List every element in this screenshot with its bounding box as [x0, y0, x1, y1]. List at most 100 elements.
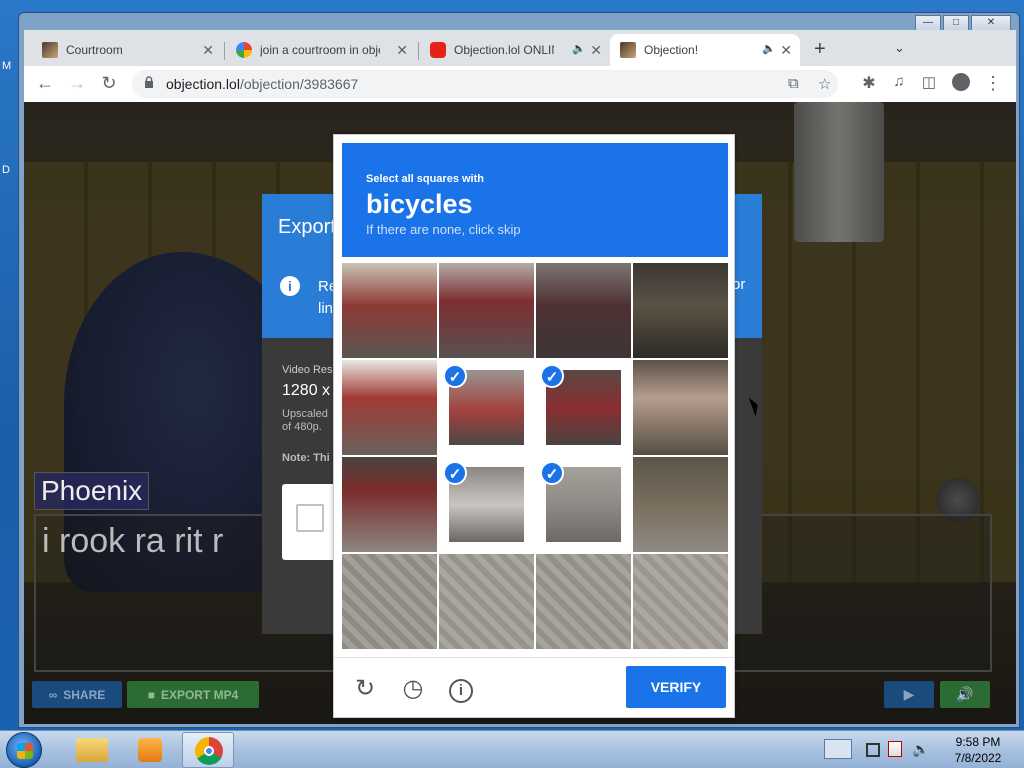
captcha-header: Select all squares with bicycles If ther…: [342, 143, 728, 257]
start-button[interactable]: [6, 732, 42, 768]
kebab-menu-icon[interactable]: ⋮: [982, 73, 1004, 94]
captcha-instruction: Select all squares with: [366, 173, 484, 185]
speaker-tray-icon[interactable]: 🔈: [912, 741, 929, 758]
captcha-target-object: bicycles: [366, 189, 473, 219]
tab-search-chevron-icon[interactable]: ⌄: [894, 40, 905, 56]
back-arrow-icon[interactable]: ←: [34, 73, 56, 94]
audio-challenge-headphones-icon[interactable]: ◷: [398, 674, 428, 703]
media-control-icon[interactable]: ♫: [888, 73, 910, 90]
lock-icon: [145, 76, 153, 88]
system-clock[interactable]: 9:58 PM 7/8/2022: [938, 734, 1018, 766]
close-tab-icon[interactable]: ✕: [202, 42, 214, 59]
tab-separator: [418, 42, 419, 60]
export-mp4-button[interactable]: ■ EXPORT MP4: [127, 681, 259, 708]
resolution-select[interactable]: 1280 x: [282, 382, 330, 400]
extensions-puzzle-icon[interactable]: ✱: [858, 73, 880, 93]
youtube-favicon-icon: [430, 42, 446, 58]
desktop-label: D: [2, 164, 10, 176]
taskbar-media-player[interactable]: [124, 732, 176, 768]
tab-title: Objection!: [644, 43, 699, 57]
captcha-footer: ↻ ◷ i VERIFY: [334, 657, 734, 717]
network-icon[interactable]: [866, 743, 880, 757]
captcha-tile[interactable]: [633, 360, 728, 455]
close-tab-icon[interactable]: ✕: [590, 42, 602, 59]
tab-title: join a courtroom in obje: [260, 43, 380, 57]
captcha-tile[interactable]: [633, 263, 728, 358]
share-icon[interactable]: ⧉: [788, 75, 799, 92]
play-icon: ▶: [903, 686, 915, 702]
maximize-button[interactable]: □: [943, 15, 969, 31]
reload-icon[interactable]: ↻: [98, 73, 120, 94]
profile-avatar-icon[interactable]: [950, 73, 972, 96]
speaker-name-tag: Phoenix: [34, 472, 150, 510]
captcha-tile[interactable]: [439, 554, 534, 649]
captcha-tile[interactable]: [342, 457, 437, 552]
tab-google-search[interactable]: join a courtroom in obje ✕: [226, 34, 416, 66]
tab-strip: Courtroom ✕ join a courtroom in obje ✕ O…: [24, 30, 1016, 66]
clock-time: 9:58 PM: [955, 735, 1001, 749]
checkmark-icon: ✓: [540, 364, 564, 388]
folder-icon: [76, 738, 108, 762]
captcha-tile-selected[interactable]: ✓: [536, 360, 631, 455]
windows-logo-icon: [17, 743, 33, 759]
tab-courtroom[interactable]: Courtroom ✕: [32, 34, 222, 66]
close-tab-icon[interactable]: ✕: [396, 42, 408, 59]
captcha-tile[interactable]: [342, 360, 437, 455]
play-button[interactable]: ▶: [884, 681, 934, 708]
captcha-grid: ✓ ✓ ✓ ✓: [342, 263, 728, 649]
tab-objection-active[interactable]: Objection! 🔈 ✕: [610, 34, 800, 66]
volume-button[interactable]: 🔊: [940, 681, 990, 708]
resolution-label: Video Res: [282, 364, 333, 376]
tab-separator: [224, 42, 225, 60]
clock-date: 7/8/2022: [954, 751, 1002, 765]
captcha-tile[interactable]: [536, 554, 631, 649]
captcha-tile[interactable]: [342, 263, 437, 358]
captcha-tile[interactable]: [633, 457, 728, 552]
google-favicon-icon: [236, 42, 252, 58]
side-panel-icon[interactable]: ◫: [918, 73, 940, 91]
taskbar-chrome[interactable]: [182, 732, 234, 768]
recaptcha-challenge: Select all squares with bicycles If ther…: [333, 134, 735, 718]
url-host: objection.lol: [166, 76, 240, 92]
speaker-icon[interactable]: 🔈: [762, 42, 776, 55]
verify-button[interactable]: VERIFY: [626, 666, 726, 708]
share-button[interactable]: ∞ SHARE: [32, 681, 122, 708]
minimize-button[interactable]: —: [915, 15, 941, 31]
captcha-tile[interactable]: [342, 554, 437, 649]
bookmark-star-icon[interactable]: ☆: [818, 75, 831, 93]
captcha-tile[interactable]: [633, 554, 728, 649]
close-window-button[interactable]: ✕: [971, 15, 1011, 31]
info-icon: i: [280, 276, 300, 296]
window-controls: — □ ✕: [915, 15, 1011, 31]
help-info-icon[interactable]: i: [446, 674, 476, 703]
recaptcha-checkbox[interactable]: [296, 504, 324, 532]
captcha-skip-hint: If there are none, click skip: [366, 222, 521, 237]
export-label: EXPORT MP4: [160, 687, 239, 702]
link-icon: ∞: [48, 687, 58, 702]
tab-title: Objection.lol ONLIN: [454, 43, 554, 57]
close-tab-icon[interactable]: ✕: [780, 42, 792, 59]
reload-challenge-icon[interactable]: ↻: [350, 674, 380, 703]
address-bar[interactable]: objection.lol/objection/3983667 ⧉ ☆: [132, 70, 838, 98]
action-center-icon[interactable]: [824, 739, 852, 759]
captcha-tile-selected[interactable]: ✓: [439, 360, 534, 455]
tab-youtube[interactable]: Objection.lol ONLIN 🔈 ✕: [420, 34, 610, 66]
captcha-tile-selected[interactable]: ✓: [439, 457, 534, 552]
media-player-icon: [138, 738, 162, 762]
volume-icon: 🔊: [956, 686, 974, 702]
courtroom-favicon-icon: [620, 42, 636, 58]
chrome-icon-center: [204, 746, 214, 756]
captcha-tile[interactable]: [439, 263, 534, 358]
checkmark-icon: ✓: [443, 364, 467, 388]
captcha-tile[interactable]: [536, 263, 631, 358]
taskbar-explorer[interactable]: [66, 732, 118, 768]
captcha-tile-selected[interactable]: ✓: [536, 457, 631, 552]
speaker-icon[interactable]: 🔈: [572, 42, 586, 55]
flag-alert-icon[interactable]: [888, 741, 902, 757]
forward-arrow-icon[interactable]: →: [66, 73, 88, 94]
new-tab-icon[interactable]: +: [814, 38, 826, 61]
checkmark-icon: ✓: [540, 461, 564, 485]
dialog-text: i rook ra rit r: [42, 522, 224, 560]
checkmark-icon: ✓: [443, 461, 467, 485]
export-note: Note: Thi: [282, 452, 330, 464]
